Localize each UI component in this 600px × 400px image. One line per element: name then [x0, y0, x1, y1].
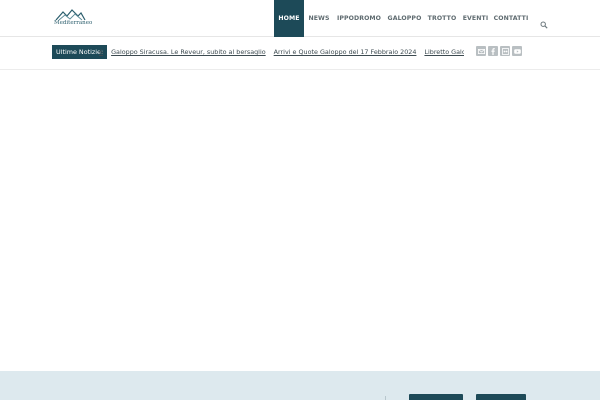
facebook-icon[interactable]: [488, 46, 498, 56]
ticker-link[interactable]: Libretto Galoppo Marzo-Aprile 2024: [424, 45, 464, 59]
site-footer: [0, 371, 600, 400]
news-ticker-bar: Ultime Notizie: 6 Galoppo Siracusa. Le R…: [0, 38, 600, 70]
main-content: [0, 71, 600, 371]
nav-item-news[interactable]: NEWS: [304, 0, 334, 37]
nav-item-contatti[interactable]: CONTATTI: [492, 0, 530, 37]
footer-button[interactable]: [476, 394, 526, 400]
ticker-viewport: 6 Galoppo Siracusa. Le Reveur, subito al…: [98, 45, 464, 59]
nav-item-trotto[interactable]: TROTTO: [425, 0, 459, 37]
site-header: Mediterraneo HOME NEWS IPPODROMO GALOPPO…: [0, 0, 600, 37]
footer-divider: [385, 396, 386, 400]
nav-item-eventi[interactable]: EVENTI: [459, 0, 492, 37]
footer-button[interactable]: [409, 394, 463, 400]
flickr-icon[interactable]: [500, 46, 510, 56]
main-nav: HOME NEWS IPPODROMO GALOPPO TROTTO EVENT…: [274, 0, 530, 37]
ticker-track: 6 Galoppo Siracusa. Le Reveur, subito al…: [98, 45, 464, 59]
ticker-link[interactable]: Galoppo Siracusa. Le Reveur, subito al b…: [111, 45, 266, 59]
social-links: [476, 46, 522, 56]
nav-item-galoppo[interactable]: GALOPPO: [384, 0, 425, 37]
mail-icon[interactable]: [476, 46, 486, 56]
site-logo[interactable]: Mediterraneo: [54, 8, 93, 30]
youtube-icon[interactable]: [512, 46, 522, 56]
logo-text: Mediterraneo: [54, 20, 93, 26]
nav-item-home[interactable]: HOME: [274, 0, 304, 37]
ticker-link[interactable]: Arrivi e Quote Galoppo del 17 Febbraio 2…: [274, 45, 417, 59]
search-icon[interactable]: [540, 14, 548, 29]
ticker-link[interactable]: 6: [99, 45, 103, 59]
nav-item-ippodromo[interactable]: IPPODROMO: [334, 0, 384, 37]
